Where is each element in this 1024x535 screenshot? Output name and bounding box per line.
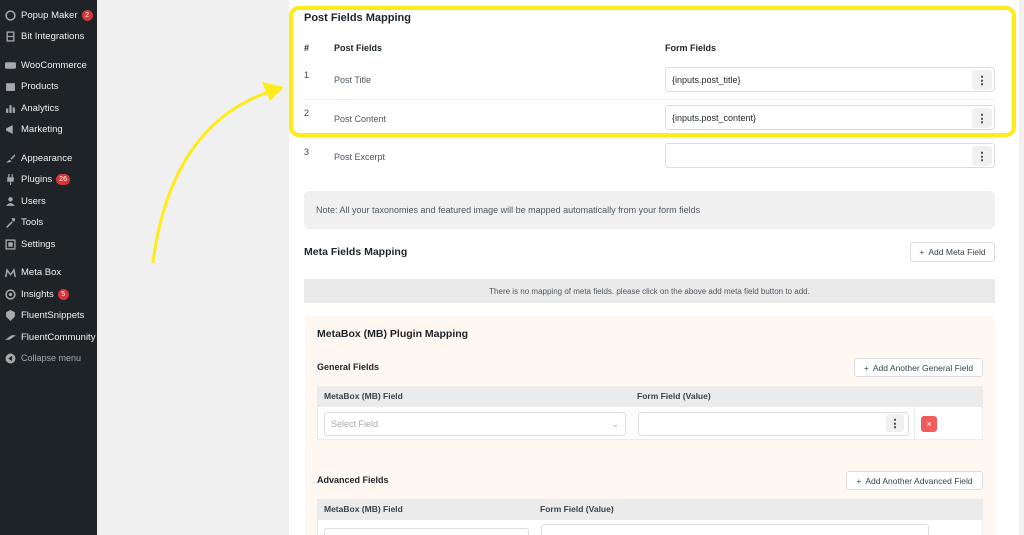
add-advanced-field-button[interactable]: + Add Another Advanced Field (846, 471, 983, 490)
products-icon (4, 80, 16, 92)
general-fields-table-header: MetaBox (MB) Field Form Field (Value) (317, 386, 983, 406)
sidebar-item-label: Meta Box (21, 266, 62, 278)
analytics-icon (4, 102, 16, 114)
sidebar-item-label: Appearance (21, 152, 73, 164)
sidebar-item-label: Tools (21, 216, 44, 228)
general-fields-title: General Fields (317, 362, 380, 372)
marketing-icon (4, 123, 16, 135)
sidebar-item-label: Users (21, 195, 46, 207)
sidebar-item-label: Collapse menu (21, 353, 82, 363)
plugins-icon (4, 173, 16, 185)
empty-meta-message: There is no mapping of meta fields. plea… (304, 279, 995, 303)
button-label: Add Another Advanced Field (865, 475, 973, 486)
metabox-field-select[interactable]: Select Field ⌄ (324, 412, 626, 436)
sidebar-item-products[interactable]: Products (0, 76, 97, 96)
meta-fields-title: Meta Fields Mapping (304, 246, 408, 258)
close-icon: × (926, 419, 932, 429)
sidebar-item-label: Plugins (21, 173, 53, 185)
plus-icon: + (863, 362, 869, 373)
sidebar-item-marketing[interactable]: Marketing (0, 119, 97, 139)
select-placeholder: Select Field (331, 419, 379, 429)
column-header-form-field-value: Form Field (Value) (540, 504, 614, 514)
row-divider (304, 138, 995, 139)
sidebar-item-tools[interactable]: Tools (0, 212, 97, 232)
advanced-fields-table-header: MetaBox (MB) Field Form Field (Value) (317, 499, 983, 519)
note-text: Note: All your taxonomies and featured i… (316, 205, 701, 215)
metabox-mapping-panel: MetaBox (MB) Plugin Mapping General Fiel… (305, 316, 995, 535)
sidebar-item-fluentsnippets[interactable]: FluentSnippets (0, 305, 97, 325)
button-label: Add Meta Field (928, 247, 986, 257)
empty-meta-text: There is no mapping of meta fields. plea… (489, 286, 810, 296)
bit-icon (4, 30, 16, 42)
delete-row-button[interactable]: × (921, 416, 937, 432)
form-field-value-input[interactable] (638, 412, 909, 436)
sidebar-item-appearance[interactable]: Appearance (0, 148, 97, 168)
advanced-field-row (317, 519, 983, 535)
sidebar-item-label: Marketing (21, 123, 63, 135)
more-options-button[interactable]: ⋮ (886, 414, 904, 432)
highlight-box (289, 6, 1016, 137)
general-field-row: Select Field ⌄ ⋮ × (317, 406, 983, 440)
sidebar-item-label: Bit Integrations (21, 30, 85, 42)
chevron-down-icon: ⌄ (611, 418, 619, 429)
community-icon (4, 331, 16, 343)
kebab-icon: ⋮ (976, 150, 988, 163)
metabox-icon (4, 266, 16, 278)
sidebar-item-label: Popup Maker (21, 9, 78, 21)
woo-icon (4, 59, 16, 71)
sidebar-item-settings[interactable]: Settings (0, 234, 97, 254)
kebab-icon: ⋮ (889, 417, 901, 430)
sidebar-item-analytics[interactable]: Analytics (0, 98, 97, 118)
sidebar-item-label: Analytics (21, 102, 60, 114)
column-divider (914, 407, 915, 439)
metabox-title: MetaBox (MB) Plugin Mapping (317, 328, 469, 340)
sidebar-item-label: WooCommerce (21, 59, 87, 71)
sidebar-item-label: FluentCommunity (21, 331, 96, 343)
post-field-label: Post Excerpt (334, 152, 386, 162)
plus-icon: + (856, 475, 862, 486)
button-label: Add Another General Field (872, 362, 974, 373)
sidebar-item-label: FluentSnippets (21, 309, 85, 321)
taxonomy-note: Note: All your taxonomies and featured i… (304, 191, 995, 229)
form-field-value-input[interactable] (541, 524, 929, 535)
settings-icon (4, 238, 16, 250)
column-header-form-field-value: Form Field (Value) (637, 391, 711, 401)
update-badge: 26 (56, 173, 70, 185)
collapse-icon (4, 352, 16, 364)
popup-icon (4, 9, 16, 21)
snippets-icon (4, 309, 16, 321)
tools-icon (4, 216, 16, 228)
column-header-metabox-field: MetaBox (MB) Field (324, 391, 403, 401)
sidebar-item-users[interactable]: Users (0, 191, 97, 211)
form-field-input[interactable] (665, 143, 995, 168)
advanced-fields-title: Advanced Fields (317, 475, 389, 485)
sidebar-item-insights[interactable]: Insights 5 (0, 284, 97, 304)
sidebar-item-meta-box[interactable]: Meta Box (0, 262, 97, 282)
sidebar-item-label: Products (21, 80, 59, 92)
update-badge: 5 (57, 288, 69, 300)
add-general-field-button[interactable]: + Add Another General Field (854, 358, 983, 377)
column-header-metabox-field: MetaBox (MB) Field (324, 504, 403, 514)
insights-icon (4, 288, 16, 300)
sidebar-item-label: Insights (21, 288, 54, 300)
metabox-field-select[interactable] (324, 528, 529, 535)
appearance-icon (4, 152, 16, 164)
more-options-button[interactable]: ⋮ (972, 146, 992, 166)
update-badge: 2 (81, 9, 93, 21)
users-icon (4, 195, 16, 207)
sidebar-item-label: Settings (21, 238, 56, 250)
sidebar-item-woocommerce[interactable]: WooCommerce (0, 55, 97, 75)
sidebar-item-plugins[interactable]: Plugins 26 (0, 169, 97, 189)
sidebar-item-fluentcommunity[interactable]: FluentCommunity (0, 327, 97, 347)
sidebar-item-popup-maker[interactable]: Popup Maker 2 (0, 5, 97, 25)
row-number: 3 (304, 147, 310, 157)
collapse-menu-button[interactable]: Collapse menu (0, 348, 97, 368)
admin-sidebar: Popup Maker 2 Bit Integrations WooCommer… (0, 0, 97, 535)
sidebar-item-bit-integrations[interactable]: Bit Integrations (0, 26, 97, 46)
add-meta-field-button[interactable]: + Add Meta Field (910, 242, 995, 262)
plus-icon: + (919, 247, 925, 257)
